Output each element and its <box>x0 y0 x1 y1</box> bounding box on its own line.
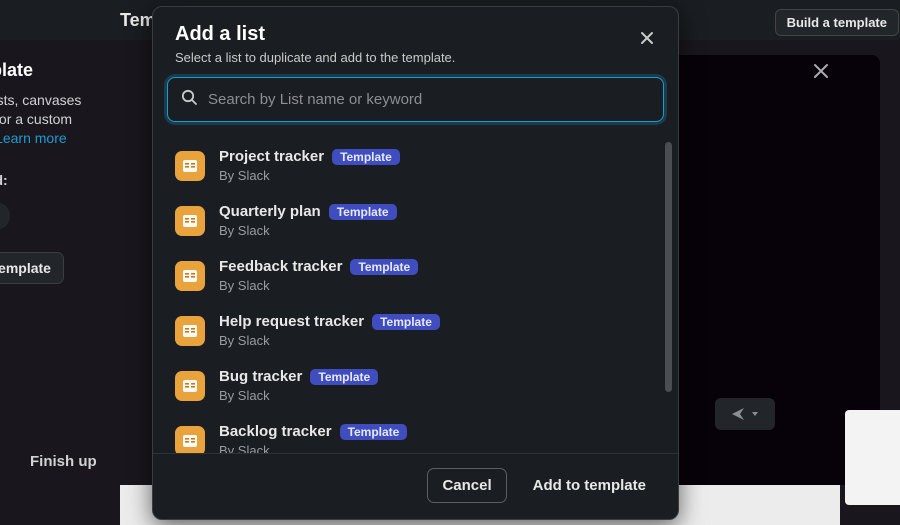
search-input[interactable] <box>208 91 651 108</box>
list-item-by: By Slack <box>219 223 397 238</box>
modal-title: Add a list <box>175 23 656 46</box>
list-item-by: By Slack <box>219 278 418 293</box>
build-template-button[interactable]: Build a template <box>775 9 899 36</box>
list-item-by: By Slack <box>219 168 400 183</box>
template-badge: Template <box>329 204 397 220</box>
sidebar-text: d your own lists, canvases <box>0 92 81 108</box>
search-icon <box>180 88 198 111</box>
list-item-name: Feedback tracker <box>219 258 342 275</box>
scrollbar-thumb[interactable] <box>665 142 672 392</box>
background-light-panel <box>845 410 900 505</box>
list-item[interactable]: Quarterly plan Template By Slack <box>167 193 672 248</box>
list-item[interactable]: Backlog tracker Template By Slack <box>167 413 672 453</box>
scrollbar[interactable] <box>665 142 672 442</box>
list-item-by: By Slack <box>219 443 407 453</box>
list-icon <box>175 426 205 454</box>
list-icon <box>175 206 205 236</box>
list-item[interactable]: Bug tracker Template By Slack <box>167 358 672 413</box>
list-results: Project tracker Template By Slack Quarter… <box>167 138 672 453</box>
search-field[interactable] <box>167 77 664 122</box>
add-list-modal: Add a list Select a list to duplicate an… <box>152 6 679 520</box>
template-badge: Template <box>350 259 418 275</box>
sidebar-text: d workflows for a custom <box>0 111 72 127</box>
template-badge: Template <box>332 149 400 165</box>
list-item-name: Help request tracker <box>219 313 364 330</box>
list-item-name: Project tracker <box>219 148 324 165</box>
list-icon <box>175 316 205 346</box>
list-item-by: By Slack <box>219 333 440 348</box>
finish-up-button[interactable]: Finish up <box>30 453 97 470</box>
add-to-template-label: Add to template <box>0 260 51 276</box>
list-item-name: Quarterly plan <box>219 203 321 220</box>
list-item-by: By Slack <box>219 388 378 403</box>
modal-subtitle: Select a list to duplicate and add to th… <box>175 50 656 65</box>
close-icon[interactable] <box>812 62 830 86</box>
list-icon <box>175 151 205 181</box>
list-icon <box>175 261 205 291</box>
compose-send[interactable] <box>715 398 775 430</box>
messaging-chip[interactable]: Messaging <box>0 202 10 230</box>
learn-more-link[interactable]: Learn more <box>0 130 67 146</box>
included-label: at's included: <box>0 172 140 188</box>
template-badge: Template <box>372 314 440 330</box>
template-badge: Template <box>310 369 378 385</box>
list-item-name: Bug tracker <box>219 368 302 385</box>
list-item-name: Backlog tracker <box>219 423 332 440</box>
modal-close-button[interactable] <box>630 21 664 55</box>
add-to-template-confirm-button[interactable]: Add to template <box>519 468 660 503</box>
list-item[interactable]: Project tracker Template By Slack <box>167 138 672 193</box>
sidebar-heading: ild a template <box>0 60 140 81</box>
list-icon <box>175 371 205 401</box>
template-badge: Template <box>340 424 408 440</box>
cancel-button[interactable]: Cancel <box>427 468 506 503</box>
add-to-template-button[interactable]: + Add to template <box>0 252 64 284</box>
list-item[interactable]: Help request tracker Template By Slack <box>167 303 672 358</box>
list-item[interactable]: Feedback tracker Template By Slack <box>167 248 672 303</box>
